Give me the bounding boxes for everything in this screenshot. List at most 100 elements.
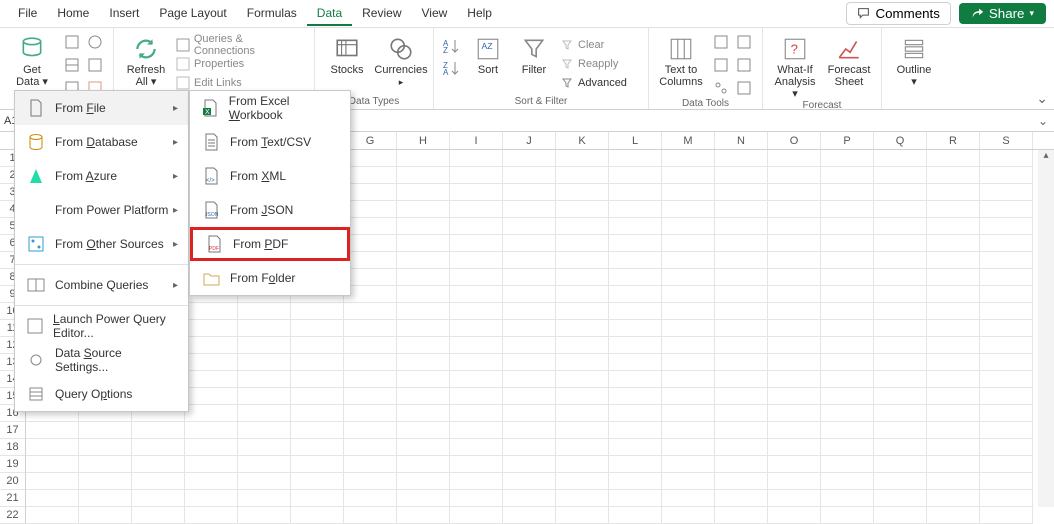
cell[interactable]	[927, 371, 980, 388]
cell[interactable]	[503, 405, 556, 422]
cell[interactable]	[450, 218, 503, 235]
cell[interactable]	[980, 490, 1033, 507]
cell[interactable]	[450, 456, 503, 473]
cell[interactable]	[503, 235, 556, 252]
cell[interactable]	[715, 167, 768, 184]
cell[interactable]	[874, 218, 927, 235]
cell[interactable]	[821, 490, 874, 507]
cell[interactable]	[503, 507, 556, 524]
cell[interactable]	[344, 439, 397, 456]
cell[interactable]	[556, 201, 609, 218]
cell[interactable]	[980, 252, 1033, 269]
cell[interactable]	[874, 490, 927, 507]
cell[interactable]	[768, 337, 821, 354]
cell[interactable]	[874, 286, 927, 303]
cell[interactable]	[397, 303, 450, 320]
cell[interactable]	[344, 184, 397, 201]
cell[interactable]	[715, 507, 768, 524]
cell[interactable]	[715, 405, 768, 422]
cell[interactable]	[238, 405, 291, 422]
cell[interactable]	[609, 507, 662, 524]
cell[interactable]	[662, 218, 715, 235]
cell[interactable]	[715, 235, 768, 252]
menu-data[interactable]: Data	[307, 2, 352, 26]
cell[interactable]	[450, 286, 503, 303]
cell[interactable]	[927, 490, 980, 507]
row-header[interactable]: 20	[0, 473, 26, 490]
cell[interactable]	[874, 252, 927, 269]
cell[interactable]	[503, 201, 556, 218]
cell[interactable]	[980, 354, 1033, 371]
cell[interactable]	[821, 201, 874, 218]
cell[interactable]	[821, 320, 874, 337]
cell[interactable]	[291, 388, 344, 405]
comments-button[interactable]: Comments	[846, 2, 950, 25]
cell[interactable]	[768, 354, 821, 371]
cell[interactable]	[291, 439, 344, 456]
sort-za-icon[interactable]: ZA	[442, 58, 462, 78]
cell[interactable]	[344, 337, 397, 354]
cell[interactable]	[503, 456, 556, 473]
cell[interactable]	[450, 354, 503, 371]
text-to-columns-button[interactable]: Text to Columns	[657, 32, 705, 88]
column-header[interactable]: G	[344, 132, 397, 149]
cell[interactable]	[927, 184, 980, 201]
cell[interactable]	[556, 422, 609, 439]
cell[interactable]	[662, 150, 715, 167]
cell[interactable]	[609, 184, 662, 201]
cell[interactable]	[291, 456, 344, 473]
cell[interactable]	[503, 269, 556, 286]
cell[interactable]	[503, 422, 556, 439]
cell[interactable]	[662, 507, 715, 524]
cell[interactable]	[450, 150, 503, 167]
cell[interactable]	[662, 303, 715, 320]
cell[interactable]	[503, 490, 556, 507]
cell[interactable]	[344, 201, 397, 218]
cell[interactable]	[821, 269, 874, 286]
cell[interactable]	[980, 422, 1033, 439]
cell[interactable]	[291, 507, 344, 524]
cell[interactable]	[556, 371, 609, 388]
cell[interactable]	[980, 235, 1033, 252]
cell[interactable]	[556, 303, 609, 320]
cell[interactable]	[662, 354, 715, 371]
menu-insert[interactable]: Insert	[99, 2, 149, 26]
cell[interactable]	[503, 286, 556, 303]
cell[interactable]	[397, 456, 450, 473]
sort-button[interactable]: AZ Sort	[468, 32, 508, 76]
cell[interactable]	[609, 473, 662, 490]
cell[interactable]	[238, 439, 291, 456]
cell[interactable]	[609, 150, 662, 167]
cell[interactable]	[556, 473, 609, 490]
cell[interactable]	[185, 303, 238, 320]
cell[interactable]	[238, 303, 291, 320]
cell[interactable]	[768, 167, 821, 184]
scroll-up-button[interactable]: ▴	[1038, 150, 1054, 166]
cell[interactable]	[821, 405, 874, 422]
cell[interactable]	[927, 235, 980, 252]
cell[interactable]	[26, 473, 79, 490]
menu-from-file[interactable]: From File ▸	[15, 91, 188, 125]
cell[interactable]	[397, 167, 450, 184]
cell[interactable]	[185, 473, 238, 490]
column-header[interactable]: S	[980, 132, 1033, 149]
menu-query-options[interactable]: Query Options	[15, 377, 188, 411]
cell[interactable]	[238, 422, 291, 439]
menu-review[interactable]: Review	[352, 2, 411, 26]
cell[interactable]	[26, 439, 79, 456]
cell[interactable]	[980, 439, 1033, 456]
cell[interactable]	[503, 150, 556, 167]
cell[interactable]	[715, 354, 768, 371]
row-header[interactable]: 17	[0, 422, 26, 439]
cell[interactable]	[662, 269, 715, 286]
menu-from-power-platform[interactable]: From Power Platform ▸	[15, 193, 188, 227]
cell[interactable]	[291, 371, 344, 388]
cell[interactable]	[980, 371, 1033, 388]
cell[interactable]	[397, 286, 450, 303]
cell[interactable]	[397, 201, 450, 218]
cell[interactable]	[980, 388, 1033, 405]
menu-from-pdf[interactable]: PDF From PDF	[190, 227, 350, 261]
relationships-icon[interactable]	[711, 78, 731, 98]
cell[interactable]	[662, 388, 715, 405]
cell[interactable]	[609, 286, 662, 303]
